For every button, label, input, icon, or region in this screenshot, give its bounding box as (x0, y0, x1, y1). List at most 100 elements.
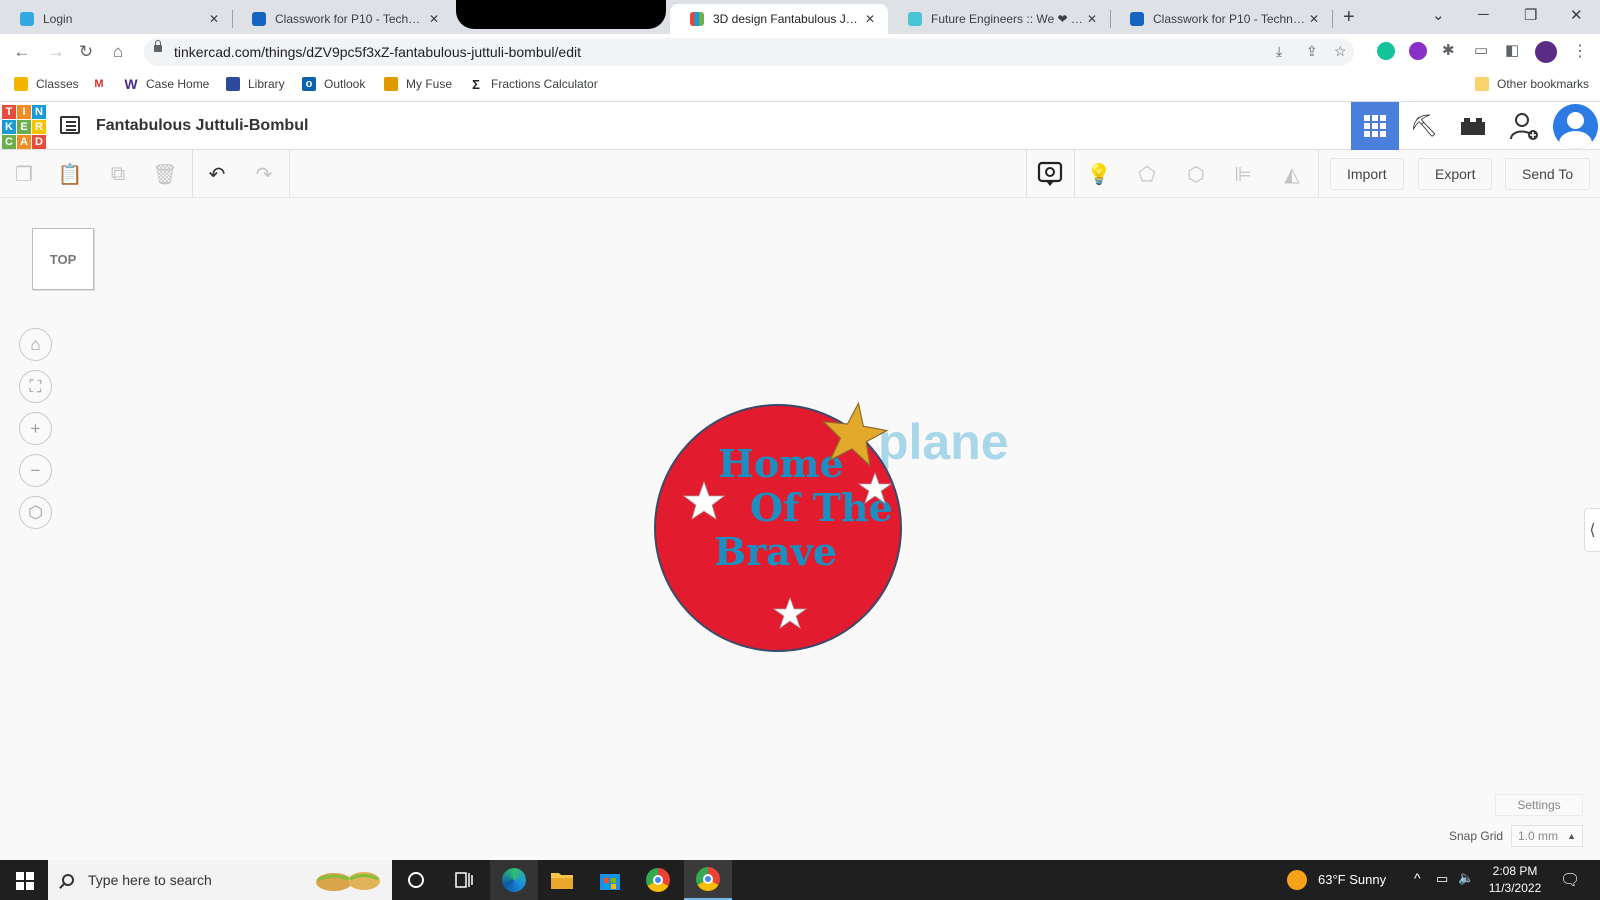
align-icon[interactable]: ⊫ (1227, 158, 1259, 190)
bookmark-classes[interactable]: Classes (14, 77, 79, 91)
pickaxe-icon: ⛏ (1410, 113, 1438, 138)
back-arrow-icon[interactable]: ← (10, 40, 34, 64)
3d-view-button[interactable] (1351, 102, 1399, 150)
other-bookmarks[interactable]: Other bookmarks (1475, 77, 1589, 91)
share-icon[interactable]: ⇪ (1306, 43, 1318, 60)
side-panel-icon[interactable]: ◧ (1505, 41, 1519, 59)
install-app-icon[interactable]: ⤓ (1276, 43, 1282, 60)
view-cube[interactable]: TOP (32, 228, 94, 290)
minimize-icon[interactable]: ─ (1478, 6, 1489, 23)
invite-user-button[interactable] (1500, 102, 1548, 150)
notes-icon[interactable] (1034, 158, 1066, 190)
snap-grid-select[interactable]: 1.0 mm ▲ (1511, 825, 1583, 847)
sigma-icon: Σ (469, 77, 483, 92)
windows-start-icon[interactable] (16, 872, 34, 890)
browser-tab[interactable]: Classwork for P10 - Technolog ✕ (1110, 4, 1332, 34)
forward-arrow-icon[interactable]: → (44, 40, 68, 64)
edge-icon[interactable] (490, 860, 538, 900)
bookmark-outlook[interactable]: o Outlook (302, 77, 365, 91)
settings-button[interactable]: Settings (1495, 794, 1583, 816)
volume-icon[interactable]: 🔈 (1458, 870, 1474, 886)
restore-icon[interactable]: ❐ (1524, 6, 1537, 24)
more-options-icon[interactable]: ⋮ (1572, 41, 1588, 61)
purple-extension-icon[interactable] (1409, 42, 1427, 60)
close-tab-icon[interactable]: ✕ (206, 12, 222, 26)
profile-avatar[interactable] (1535, 41, 1557, 63)
outlook-icon: o (302, 77, 316, 91)
bookmark-my-fuse[interactable]: My Fuse (384, 77, 452, 91)
show-hidden-icons-chevron-icon[interactable]: ^ (1414, 870, 1421, 886)
browser-tab[interactable]: Classwork for P10 - Technolog ✕ (232, 4, 452, 34)
panel-toggle-chevron-icon[interactable]: ⟨ (1584, 508, 1600, 552)
fit-view-icon[interactable]: ⛶ (19, 370, 52, 403)
bricks-view-button[interactable] (1449, 102, 1497, 150)
group-icon[interactable]: ⬠ (1131, 158, 1163, 190)
close-tab-icon[interactable]: ✕ (1084, 12, 1100, 26)
perspective-cube-icon[interactable]: ⬡ (19, 496, 52, 529)
user-avatar[interactable] (1553, 104, 1598, 149)
extensions-puzzle-icon[interactable]: ✱ (1442, 41, 1455, 59)
import-button[interactable]: Import (1330, 158, 1404, 190)
bookmark-star-icon[interactable]: ☆ (1334, 43, 1347, 60)
lightbulb-icon[interactable]: 💡 (1083, 158, 1115, 190)
folder-icon (1475, 77, 1489, 91)
tab-search-chevron-icon[interactable]: ⌄ (1432, 6, 1445, 24)
blocks-view-button[interactable]: ⛏ (1400, 102, 1448, 150)
send-to-button[interactable]: Send To (1505, 158, 1591, 190)
close-window-icon[interactable]: ✕ (1570, 6, 1583, 24)
redo-icon[interactable]: ↷ (248, 158, 280, 190)
new-tab-icon[interactable]: + (1343, 6, 1355, 29)
zoom-in-icon[interactable]: + (19, 412, 52, 445)
copy-icon[interactable]: ❐ (8, 158, 40, 190)
design-title[interactable]: Fantabulous Juttuli-Bombul (96, 117, 308, 135)
design-shapes[interactable]: plane Home Of The Brave (640, 395, 1030, 655)
taskbar-clock[interactable]: 2:08 PM 11/3/2022 (1476, 863, 1554, 897)
file-explorer-icon[interactable] (538, 860, 586, 900)
tinkercad-logo[interactable]: T I N K E R C A D (2, 105, 46, 149)
lock-icon[interactable] (154, 40, 162, 52)
chrome-icon[interactable] (634, 860, 682, 900)
browser-tab-active[interactable]: 3D design Fantabulous Juttuli ✕ (670, 4, 888, 34)
tab-separator (1332, 10, 1333, 28)
close-tab-icon[interactable]: ✕ (426, 12, 442, 26)
browser-tab[interactable]: Login ✕ (0, 4, 232, 34)
workplane-text[interactable]: plane (878, 414, 1009, 470)
duplicate-icon[interactable]: ⧉ (102, 158, 134, 190)
zoom-out-icon[interactable]: − (19, 454, 52, 487)
undo-icon[interactable]: ↶ (201, 158, 233, 190)
delete-trash-icon[interactable]: 🗑 (149, 158, 181, 190)
design-list-icon[interactable] (60, 116, 80, 134)
close-tab-icon[interactable]: ✕ (1306, 12, 1322, 26)
cortana-icon[interactable] (392, 860, 440, 900)
home-icon[interactable]: ⌂ (106, 40, 130, 64)
grid-icon (1364, 115, 1386, 137)
browser-tab[interactable]: Future Engineers :: We ❤ Vo ✕ (888, 4, 1110, 34)
reload-icon[interactable]: ↻ (74, 40, 98, 64)
bookmark-library[interactable]: Library (226, 77, 285, 91)
snap-grid-label: Snap Grid (1449, 829, 1504, 843)
bookmark-gmail[interactable]: M (92, 77, 114, 91)
chrome-profile-icon[interactable] (684, 860, 732, 900)
address-bar[interactable]: tinkercad.com/things/dZV9pc5f3xZ-fantabu… (144, 38, 1354, 66)
design-text-line[interactable]: Home (718, 441, 844, 486)
network-icon[interactable]: ▭ (1436, 871, 1448, 887)
url-text[interactable]: tinkercad.com/things/dZV9pc5f3xZ-fantabu… (174, 44, 581, 60)
bookmark-fractions-calculator[interactable]: Σ Fractions Calculator (469, 77, 598, 92)
task-view-icon[interactable] (440, 860, 488, 900)
paste-icon[interactable]: 📋 (54, 158, 86, 190)
weather-sun-icon[interactable] (1287, 870, 1307, 890)
mirror-icon[interactable]: ◭ (1276, 158, 1308, 190)
ungroup-icon[interactable]: ⬡ (1180, 158, 1212, 190)
export-button[interactable]: Export (1418, 158, 1493, 190)
close-tab-icon[interactable]: ✕ (862, 12, 878, 26)
design-text-line[interactable]: Brave (714, 529, 837, 574)
home-view-icon[interactable]: ⌂ (19, 328, 52, 361)
tab-favicon-icon (908, 12, 922, 26)
bookmark-case-home[interactable]: W Case Home (124, 76, 209, 92)
weather-text[interactable]: 63°F Sunny (1318, 872, 1386, 887)
notifications-icon[interactable]: 🗨 (1560, 870, 1580, 890)
grammarly-extension-icon[interactable] (1377, 42, 1395, 60)
cast-icon[interactable]: ▭ (1474, 41, 1488, 59)
taskbar-search[interactable]: Type here to search (48, 860, 392, 900)
microsoft-store-icon[interactable] (586, 860, 634, 900)
